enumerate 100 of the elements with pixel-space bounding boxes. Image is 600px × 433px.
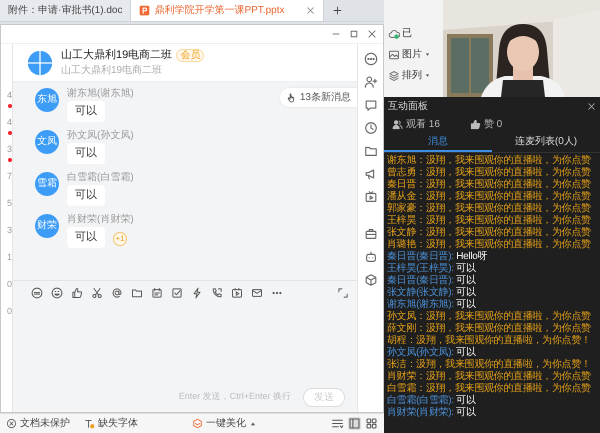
- briefcase-icon[interactable]: [364, 227, 378, 241]
- grid-view-icon[interactable]: [365, 417, 378, 430]
- avatar: 东旭: [35, 88, 59, 112]
- avatar: 财荣: [35, 214, 59, 238]
- chat-message: 谢东旭(谢东旭): 可以: [387, 299, 476, 310]
- lightning-icon[interactable]: [191, 286, 203, 298]
- message-bubble: 可以: [67, 227, 105, 248]
- sticker-icon[interactable]: [31, 286, 43, 298]
- like-notice: 潘从金：汲翔，我来围观你的直播啦，为你点赞: [387, 191, 591, 202]
- maximize-icon[interactable]: [349, 29, 359, 39]
- document-tab[interactable]: 附件：申请·审批书(1).doc: [0, 0, 132, 21]
- scissors-icon[interactable]: [91, 286, 103, 298]
- ribbon-button[interactable]: 排列: [388, 68, 443, 83]
- like-notice: 薛文刚：汲翔，我来围观你的直播啦，为你点赞: [387, 323, 591, 334]
- cloud-icon: [388, 28, 400, 40]
- expand-icon[interactable]: [337, 286, 349, 298]
- calendar-icon[interactable]: [151, 286, 163, 298]
- caret-icon: [424, 72, 431, 79]
- mention-icon[interactable]: [111, 286, 123, 298]
- list-count: 0: [6, 306, 12, 316]
- presentation-icon: [139, 5, 150, 16]
- add-person-icon[interactable]: [364, 75, 378, 89]
- ribbon-button[interactable]: 图片: [388, 47, 443, 62]
- hand-icon: [286, 92, 297, 103]
- new-messages-button[interactable]: 13条新消息: [280, 88, 357, 107]
- sender-name: 白雪霜(白雪霜): [67, 172, 134, 183]
- phone-icon[interactable]: [211, 286, 223, 298]
- like-notice: 曾志勇：汲翔，我来围观你的直播啦，为你点赞: [387, 167, 591, 178]
- list-count: 1: [6, 252, 12, 262]
- missing-fonts-button[interactable]: 缺失字体: [84, 416, 138, 431]
- input-hint: Enter 发送，Ctrl+Enter 换行: [178, 390, 291, 404]
- sender-name: 孙文凤(孙文凤): [67, 130, 134, 141]
- like-notice: 郭家豪：汲翔，我来围观你的直播啦，为你点赞: [387, 203, 591, 214]
- list-count: 5: [6, 198, 12, 208]
- chat-icon[interactable]: [364, 98, 378, 112]
- caret-icon: [424, 51, 431, 58]
- checkbox-icon[interactable]: [171, 286, 183, 298]
- viewer-count: 观看 16: [392, 116, 440, 132]
- close-icon[interactable]: [367, 29, 377, 39]
- group-name: 山工大鼎利19电商二班: [61, 48, 172, 63]
- cube-icon[interactable]: [364, 273, 378, 287]
- list-count: 4: [6, 117, 12, 127]
- layers-icon: [388, 70, 400, 82]
- list-count: 4: [6, 90, 12, 100]
- list-view-icon[interactable]: [331, 417, 344, 430]
- like-notice: 张文静：汲翔，我来围观你的直播啦，为你点赞: [387, 227, 591, 238]
- robot-icon[interactable]: [364, 250, 378, 264]
- like-notice: 肖财荣：汲翔，我来围观你的直播啦，为你点赞: [387, 371, 591, 382]
- avatar: 雪霜: [35, 172, 59, 196]
- chat-message: 秦日晋(秦日晋): Hello呀: [387, 251, 488, 262]
- panel-tab[interactable]: 连麦列表(0人): [492, 133, 600, 152]
- sender-name: 谢东旭(谢东旭): [67, 88, 134, 99]
- emoji-icon[interactable]: [51, 286, 63, 298]
- new-tab-icon[interactable]: [332, 5, 344, 16]
- circle-x-icon: [6, 418, 17, 429]
- like-notice: 孙文凤：汲翔，我来围观你的直播啦，为你点赞: [387, 311, 591, 322]
- panel-tab[interactable]: 消息: [384, 133, 492, 152]
- sync-status: 已: [388, 26, 443, 41]
- viewers-icon: [392, 118, 403, 130]
- mail-icon[interactable]: [251, 286, 263, 298]
- more-icon[interactable]: [364, 52, 378, 66]
- group-avatar-icon: [27, 50, 53, 76]
- beautify-button[interactable]: 一键美化: [192, 416, 257, 431]
- chat-message: 肖财荣(肖财荣): 可以: [387, 407, 476, 419]
- like-notice: 张洁：汲翔，我来围观你的直播啦，为你点赞！: [387, 359, 591, 370]
- message-bubble: 可以: [67, 185, 105, 206]
- avatar: 文凤: [35, 130, 59, 154]
- image-icon: [388, 48, 400, 60]
- close-icon[interactable]: [306, 6, 316, 15]
- list-count: 7: [6, 171, 12, 181]
- video-icon[interactable]: [231, 286, 243, 298]
- like-notice: 王梓昊：汲翔，我来围观你的直播啦，为你点赞: [387, 215, 591, 226]
- like-notice: 谢东旭：汲翔，我来围观你的直播啦，为你点赞: [387, 155, 591, 166]
- like-notice: 胡程：汲翔，我来围观你的直播啦，为你点赞！: [387, 335, 591, 346]
- folder-icon[interactable]: [364, 144, 378, 158]
- message-bubble: 可以: [67, 143, 105, 164]
- group-subtitle: 山工大鼎利19电商二班: [61, 64, 164, 78]
- normal-view-icon[interactable]: [348, 417, 361, 430]
- chat-message: 白雪霜(白雪霜): 可以: [387, 395, 476, 406]
- clock-icon[interactable]: [364, 121, 378, 135]
- list-count: 3: [6, 144, 12, 154]
- list-count: 0: [6, 279, 12, 289]
- chat-message: 孙文凤(孙文凤): 可以: [387, 347, 476, 358]
- chat-message: 秦日晋(秦日晋): 可以: [387, 275, 476, 286]
- tv-icon[interactable]: [364, 190, 378, 204]
- font-icon: [84, 418, 95, 429]
- thumbs-up-icon[interactable]: [71, 286, 83, 298]
- panel-title: 互动面板: [388, 100, 428, 114]
- folder-icon[interactable]: [131, 286, 143, 298]
- list-count: 3: [6, 225, 12, 235]
- like-count: 赞 0: [470, 116, 502, 132]
- cube-icon: [192, 418, 203, 429]
- like-notice: 秦日晋：汲翔，我来围观你的直播啦，为你点赞: [387, 179, 591, 190]
- like-notice: 肖璐艳：汲翔，我来围观你的直播啦，为你点赞: [387, 239, 591, 251]
- chat-message: 王梓昊(王梓昊): 可以: [387, 263, 476, 274]
- member-tag: 会员: [176, 48, 204, 62]
- protection-status[interactable]: 文档未保护: [6, 416, 70, 431]
- thumbs-up-icon: [470, 118, 481, 130]
- close-icon[interactable]: [587, 102, 596, 110]
- like-notice: 白雪霜：汲翔，我来围观你的直播啦，为你点赞: [387, 383, 591, 394]
